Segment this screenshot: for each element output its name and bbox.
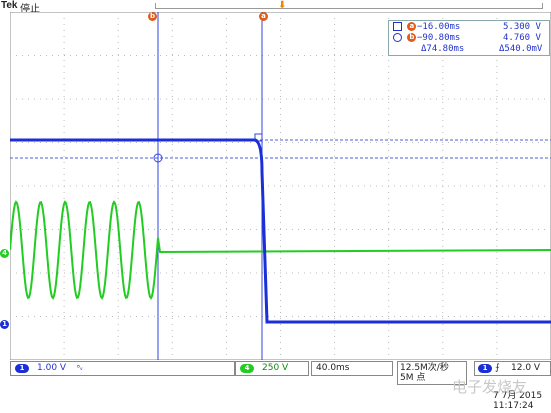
channel-1-status[interactable]: 1 1.00 V ᴮᵥ: [10, 361, 235, 376]
cursor-a-badge[interactable]: a: [259, 12, 268, 21]
channel-1-scale: 1.00 V: [37, 363, 67, 373]
clock-time: 11:17:24: [493, 401, 534, 411]
record-length: 5M 点: [400, 373, 426, 383]
readout-b-volt: 4.760 V: [503, 33, 541, 43]
timebase-status[interactable]: 40.0ms: [311, 361, 393, 376]
timebase-scale: 40.0ms: [316, 363, 350, 373]
readout-a-row: a −16.00ms 5.300 V: [393, 22, 541, 33]
circle-icon: [393, 33, 402, 42]
readout-a-badge: a: [407, 22, 417, 31]
watermark-text: 电子发烧友: [452, 378, 528, 396]
readout-delta-volt: Δ540.0mV: [499, 44, 543, 54]
readout-b-badge: b: [407, 33, 417, 42]
trigger-source-chip: 1: [478, 364, 492, 373]
channel-4-status[interactable]: 4 250 V: [235, 361, 309, 376]
sample-rate: 12.5M次/秒: [400, 363, 449, 373]
trigger-status[interactable]: 1 ⨍ 12.0 V: [474, 361, 551, 376]
trigger-level: 12.0 V: [511, 363, 541, 373]
waveform-screen[interactable]: [10, 12, 551, 360]
rising-edge-icon: ⨍: [495, 363, 500, 373]
trigger-position-icon[interactable]: ⬇: [278, 0, 286, 11]
cursor-readout-panel: a −16.00ms 5.300 V b −90.80ms 4.760 V Δ7…: [388, 20, 550, 56]
channel-1-ground-marker[interactable]: 1: [0, 320, 9, 329]
channel-4-chip: 4: [240, 364, 254, 373]
readout-a-volt: 5.300 V: [503, 22, 541, 32]
readout-a-time: −16.00ms: [417, 22, 461, 32]
channel-4-scale: 250 V: [262, 363, 289, 373]
brand-logo: Tek: [1, 0, 18, 11]
record-length-indicator: [155, 3, 543, 9]
readout-delta-time: Δ74.80ms: [421, 44, 465, 54]
readout-b-time: −90.80ms: [417, 33, 461, 43]
square-icon: [393, 22, 402, 31]
channel-4-ground-marker[interactable]: 4: [0, 249, 9, 258]
bandwidth-limit-icon: ᴮᵥ: [77, 364, 83, 372]
channel-1-chip: 1: [15, 364, 29, 373]
readout-b-row: b −90.80ms 4.760 V: [393, 33, 541, 44]
cursor-b-badge[interactable]: b: [148, 12, 157, 21]
